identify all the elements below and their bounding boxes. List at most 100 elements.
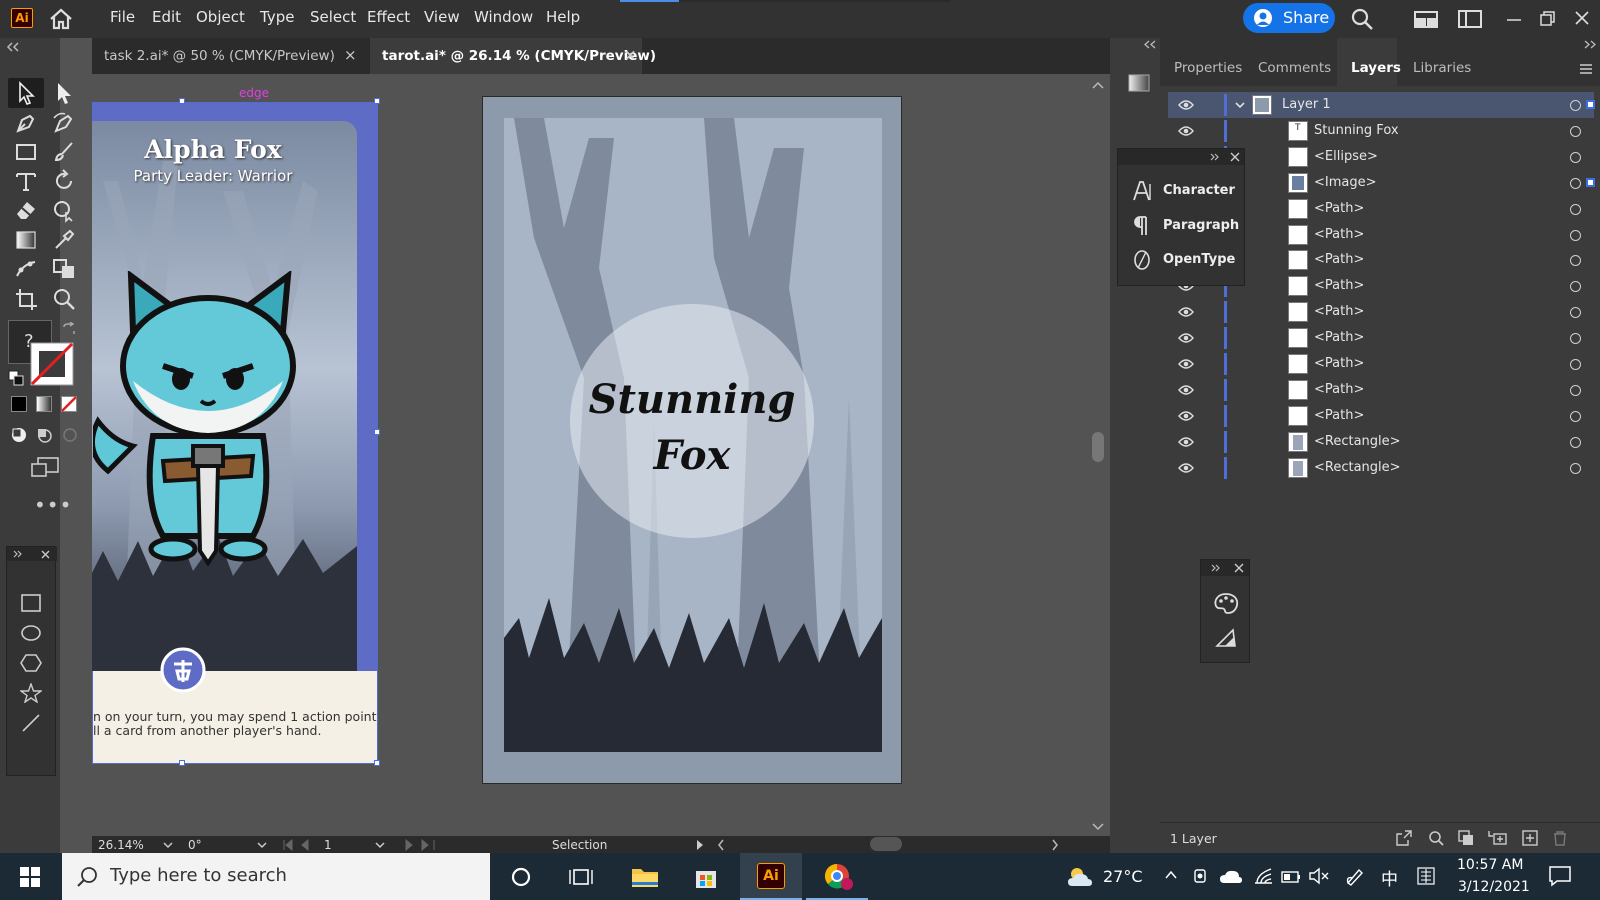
menu-view[interactable]: View	[424, 8, 460, 26]
ime-language-indicator[interactable]: 中	[1381, 865, 1398, 890]
line-segment-icon[interactable]	[20, 713, 42, 733]
card-left-selected[interactable]: Alpha Fox Party Leader: Warrior n on you…	[92, 102, 378, 764]
horizontal-scroll-thumb[interactable]	[870, 837, 902, 851]
type-panel-header[interactable]	[1118, 149, 1244, 165]
artboard-tool[interactable]	[13, 286, 39, 312]
scroll-down-icon[interactable]	[1091, 822, 1105, 832]
layer-row[interactable]: T Stunning Fox	[1168, 118, 1594, 144]
battery-icon[interactable]	[1280, 867, 1302, 885]
clock-time[interactable]: 10:57 AM	[1457, 857, 1523, 873]
stroke-swatch[interactable]	[30, 342, 74, 386]
rotation-field[interactable]: 0°	[188, 838, 202, 852]
taskbar-chrome-app[interactable]	[806, 853, 868, 900]
rotate-tool[interactable]	[51, 168, 77, 194]
panel-menu-icon[interactable]	[1578, 62, 1594, 76]
tab-tarot[interactable]: tarot.ai* @ 26.14 % (CMYK/Preview) ×	[370, 38, 656, 74]
collapse-toolbar-icon[interactable]	[6, 42, 20, 52]
task-view-icon[interactable]	[569, 866, 593, 888]
small-panel-header[interactable]	[1201, 560, 1249, 576]
none-mode-button[interactable]	[61, 396, 77, 412]
card-right-artboard[interactable]: Stunning Fox	[482, 96, 902, 784]
target-circle-icon[interactable]	[1570, 384, 1581, 396]
artboard-dropdown-icon[interactable]	[374, 840, 386, 850]
layer-row[interactable]: <Path>	[1168, 299, 1594, 325]
delete-layer-icon[interactable]	[1552, 830, 1568, 846]
visibility-eye-icon[interactable]	[1178, 462, 1194, 474]
target-circle-icon[interactable]	[1570, 462, 1581, 474]
taskbar-illustrator-app[interactable]: Ai	[740, 853, 802, 900]
visibility-eye-icon[interactable]	[1178, 410, 1194, 422]
visibility-eye-icon[interactable]	[1178, 125, 1194, 137]
menu-type[interactable]: Type	[260, 8, 294, 26]
artboard-number-field[interactable]: 1	[324, 838, 332, 852]
home-icon[interactable]	[48, 7, 74, 31]
tab-layers[interactable]: Layers	[1337, 38, 1401, 86]
target-circle-icon[interactable]	[1570, 125, 1581, 137]
share-button[interactable]: Share	[1243, 3, 1335, 33]
layer-row[interactable]: <Path>	[1168, 377, 1594, 403]
layer-row[interactable]: <Path>	[1168, 325, 1594, 351]
more-tools-icon[interactable]: •••	[34, 493, 72, 517]
gradient-tool[interactable]	[13, 227, 39, 253]
target-circle-icon[interactable]	[1570, 177, 1581, 189]
paragraph-panel-item[interactable]: Paragraph	[1118, 210, 1244, 242]
shapes-panel-header[interactable]	[7, 547, 57, 561]
gradient-mode-button[interactable]	[36, 396, 52, 412]
clipping-mask-icon[interactable]	[1458, 830, 1474, 846]
menu-object[interactable]: Object	[196, 8, 245, 26]
close-panel-icon[interactable]	[41, 550, 50, 559]
selection-handle[interactable]	[179, 760, 185, 766]
screen-mode-icon[interactable]	[30, 456, 60, 478]
scroll-right-icon[interactable]	[1050, 839, 1060, 851]
target-circle-icon[interactable]	[1570, 203, 1581, 215]
curvature-tool[interactable]	[51, 110, 77, 136]
zoom-tool[interactable]	[51, 286, 77, 312]
polygon-shape-icon[interactable]	[20, 653, 42, 673]
action-center-icon[interactable]	[1548, 865, 1572, 887]
visibility-eye-icon[interactable]	[1178, 358, 1194, 370]
menu-edit[interactable]: Edit	[152, 8, 181, 26]
close-panel-icon[interactable]	[1230, 152, 1240, 162]
workspace-switcher-icon[interactable]	[1457, 7, 1483, 31]
artboard-prev-navigation-icon[interactable]	[282, 839, 322, 851]
visibility-eye-icon[interactable]	[1178, 306, 1194, 318]
selection-tool[interactable]	[13, 80, 39, 106]
type-tool[interactable]	[13, 168, 39, 194]
direct-selection-tool[interactable]	[51, 80, 77, 106]
gradient-panel-icon[interactable]	[1128, 74, 1150, 92]
scroll-left-icon[interactable]	[716, 839, 726, 851]
live-paint-tool[interactable]	[51, 256, 77, 282]
ime-mode-icon[interactable]	[1416, 866, 1436, 886]
status-menu-arrow-icon[interactable]	[695, 839, 705, 851]
swap-fill-stroke-icon[interactable]	[62, 322, 76, 336]
expand-panel-icon[interactable]	[1210, 153, 1220, 161]
default-fill-stroke-icon[interactable]	[8, 370, 24, 386]
new-sublayer-icon[interactable]	[1488, 830, 1508, 846]
target-circle-icon[interactable]	[1570, 333, 1581, 345]
expand-panel-icon[interactable]	[1211, 564, 1221, 572]
windows-start-icon[interactable]	[19, 866, 41, 888]
draw-modes-icon[interactable]	[10, 426, 80, 444]
canvas-vertical-scrollbar[interactable]	[1086, 74, 1110, 836]
locate-object-icon[interactable]	[1428, 830, 1444, 846]
selection-handle[interactable]	[179, 98, 185, 104]
taskbar-search-box[interactable]: Type here to search	[62, 853, 490, 900]
target-circle-icon[interactable]	[1570, 359, 1581, 370]
close-panel-icon[interactable]	[1234, 563, 1244, 573]
wifi-icon[interactable]	[1252, 866, 1274, 886]
arrange-documents-icon[interactable]	[1413, 7, 1439, 31]
target-circle-icon[interactable]	[1570, 229, 1581, 241]
meet-now-icon[interactable]	[1192, 866, 1210, 886]
selection-handle[interactable]	[374, 760, 380, 766]
close-window-icon[interactable]	[1573, 7, 1591, 31]
shape-builder-tool[interactable]	[51, 197, 77, 223]
layer-row[interactable]: <Rectangle>	[1168, 455, 1594, 481]
menu-select[interactable]: Select	[310, 8, 356, 26]
target-circle-icon[interactable]	[1570, 410, 1581, 422]
target-circle-icon[interactable]	[1570, 255, 1581, 267]
tab-properties[interactable]: Properties	[1160, 38, 1244, 86]
visibility-eye-icon[interactable]	[1178, 384, 1194, 396]
tab-comments[interactable]: Comments	[1244, 38, 1334, 86]
menu-effect[interactable]: Effect	[367, 8, 410, 26]
scroll-up-icon[interactable]	[1091, 80, 1105, 90]
